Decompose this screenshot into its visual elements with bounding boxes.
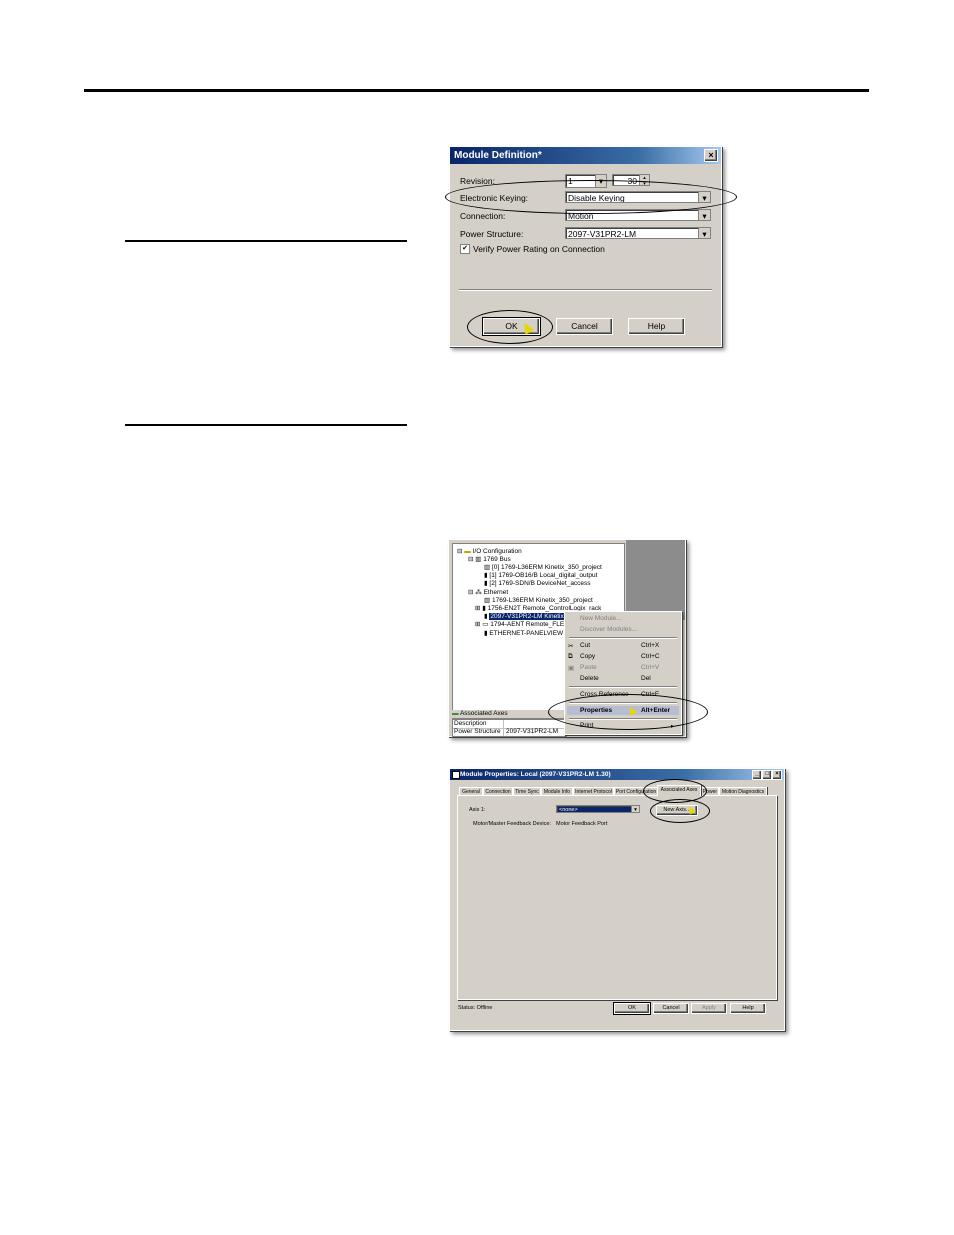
shortcut-properties: Alt+Enter	[641, 707, 671, 714]
controller-icon: ▥	[484, 597, 491, 604]
tab-associated-axes[interactable]: Associated Axes	[657, 785, 701, 796]
chevron-down-icon: ▾	[698, 192, 710, 202]
menu-item-cut[interactable]: Cut	[580, 642, 590, 649]
module-definition-dialog: Module Definition* × Revision: 1 ▾ 30 ▴ ▾…	[449, 146, 722, 347]
shortcut-cut: Ctrl+X	[641, 642, 660, 649]
revision-minor-stepper[interactable]: 30 ▴ ▾	[612, 174, 650, 186]
status-text: Status: Offline	[458, 1005, 493, 1011]
dialog-title: Module Definition*	[450, 147, 721, 164]
module-properties-dialog: Module Properties: Local (2097-V31PR2-LM…	[449, 768, 785, 1031]
associated-axes-panel: Axis 1: <none> ▾ New Axis... Motor/Maste…	[457, 795, 777, 1000]
workspace-pane	[626, 540, 685, 620]
cancel-button[interactable]: Cancel	[653, 1003, 689, 1014]
details-grid: Description Power Structure 2097-V31PR2-…	[452, 719, 567, 737]
power-structure-label: Power Structure	[454, 728, 501, 735]
shortcut-paste: Ctrl+V	[641, 664, 660, 671]
tree-node-aent[interactable]: ⊞ ▭ 1794-AENT Remote_FLE	[475, 620, 564, 628]
menu-item-print[interactable]: Print	[580, 722, 593, 729]
drive-icon: ▮	[484, 613, 488, 620]
chevron-down-icon: ▾	[698, 210, 710, 220]
details-header: ▬ Associated Axes	[452, 710, 565, 719]
help-button[interactable]: Help	[730, 1003, 766, 1014]
dialog-divider	[459, 289, 712, 291]
menu-item-paste[interactable]: Paste	[580, 664, 597, 671]
motor-feedback-value: Motor Feedback Port	[556, 821, 608, 827]
chevron-right-icon: ▸	[671, 723, 675, 730]
chevron-down-icon: ▾	[698, 228, 710, 238]
menu-item-copy[interactable]: Copy	[580, 653, 595, 660]
menu-item-delete[interactable]: Delete	[580, 675, 599, 682]
chevron-down-icon: ▾	[595, 175, 606, 187]
tree-node-sdn[interactable]: ▮ [2] 1769-SDN/B DeviceNet_access	[484, 579, 591, 587]
revision-label: Revision:	[460, 176, 495, 186]
spin-icon[interactable]: ▴ ▾	[639, 175, 649, 185]
module-icon: ▮	[482, 605, 486, 612]
menu-item-new-module[interactable]: New Module...	[580, 615, 622, 622]
scissors-icon: ✂	[568, 643, 574, 650]
shortcut-copy: Ctrl+C	[641, 653, 660, 660]
module-icon: ▮	[484, 580, 488, 587]
shortcut-cross-reference: Ctrl+E	[641, 691, 660, 698]
folder-icon: ▬	[464, 548, 471, 555]
context-menu: New Module... Discover Modules... ✂ Cut …	[564, 611, 682, 735]
network-icon: ⁂	[475, 589, 482, 596]
tree-node-panelview[interactable]: ▮ ETHERNET-PANELVIEW	[484, 629, 563, 637]
verify-checkbox[interactable]: ✔	[460, 244, 470, 254]
axis-1-select[interactable]: <none> ▾	[556, 805, 640, 813]
paste-icon: ▣	[568, 665, 575, 672]
shortcut-delete: Del	[641, 675, 651, 682]
axis-1-value: <none>	[559, 807, 578, 813]
cancel-button[interactable]: Cancel	[556, 318, 613, 335]
description-label: Description	[454, 720, 487, 727]
connection-select[interactable]: Motion ▾	[565, 209, 711, 221]
connection-label: Connection:	[460, 211, 506, 221]
app-icon	[452, 771, 460, 779]
connection-value: Motion	[568, 211, 594, 221]
revision-minor-value: 30	[627, 176, 637, 186]
tree-node-1769-bus[interactable]: ⊟ ▥ 1769 Bus	[468, 555, 511, 563]
tree-node-ethernet[interactable]: ⊟ ⁂ Ethernet	[468, 588, 508, 596]
power-structure-select[interactable]: 2097-V31PR2-LM ▾	[565, 227, 711, 239]
keying-label: Electronic Keying:	[460, 193, 529, 203]
tree-node-l36erm[interactable]: ▥ [0] 1769-L36ERM Kinetix_350_project	[484, 563, 602, 571]
verify-label: Verify Power Rating on Connection	[473, 244, 605, 254]
motor-feedback-label: Motor/Master Feedback Device:	[473, 821, 551, 827]
rack-icon: ▥	[475, 556, 482, 563]
copy-icon: ⧉	[568, 653, 573, 660]
module-icon: ▭	[482, 621, 489, 628]
revision-major-select[interactable]: 1 ▾	[565, 174, 607, 188]
power-structure-value: 2097-V31PR2-LM	[568, 229, 637, 239]
module-icon: ▮	[484, 572, 488, 579]
dialog-title: Module Properties: Local (2097-V31PR2-LM…	[450, 769, 784, 780]
tree-node-ob16[interactable]: ▮ [1] 1769-OB16/B Local_digital_output	[484, 571, 597, 579]
revision-major-value: 1	[568, 176, 573, 186]
tree-node-eth-l36erm[interactable]: ▥ 1769-L36ERM Kinetix_350_project	[484, 596, 593, 604]
axis-1-label: Axis 1:	[469, 807, 486, 813]
page-header-rule	[84, 89, 869, 92]
tree-node-io-config[interactable]: ⊟ ▬ I/O Configuration	[457, 547, 522, 555]
sidebar-rule-2	[125, 424, 407, 426]
sidebar-rule-1	[125, 240, 407, 242]
close-icon[interactable]: ×	[772, 770, 782, 780]
close-icon[interactable]: ×	[704, 149, 718, 162]
apply-button[interactable]: Apply	[691, 1003, 727, 1014]
menu-item-properties[interactable]: Properties	[580, 707, 612, 714]
chevron-down-icon: ▾	[631, 806, 639, 812]
folder-icon: ▬	[452, 710, 459, 717]
help-button[interactable]: Help	[628, 318, 685, 335]
menu-item-cross-reference[interactable]: Cross Reference	[580, 691, 629, 698]
keying-value: Disable Keying	[568, 193, 625, 203]
power-structure-value: 2097-V31PR2-LM	[506, 728, 559, 735]
controller-icon: ▥	[484, 564, 491, 571]
details-title: Associated Axes	[459, 710, 508, 717]
menu-item-discover[interactable]: Discover Modules...	[580, 626, 637, 633]
power-structure-label: Power Structure:	[460, 229, 524, 239]
maximize-icon[interactable]: □	[762, 770, 772, 780]
tree-node-kinetix-drive[interactable]: ▮ 2097-V31PR2-LM Kinetix	[484, 612, 565, 620]
minimize-icon[interactable]: _	[752, 770, 762, 780]
ok-button[interactable]: OK	[613, 1002, 651, 1015]
keying-select[interactable]: Disable Keying ▾	[565, 191, 711, 203]
panelview-icon: ▮	[484, 630, 488, 637]
